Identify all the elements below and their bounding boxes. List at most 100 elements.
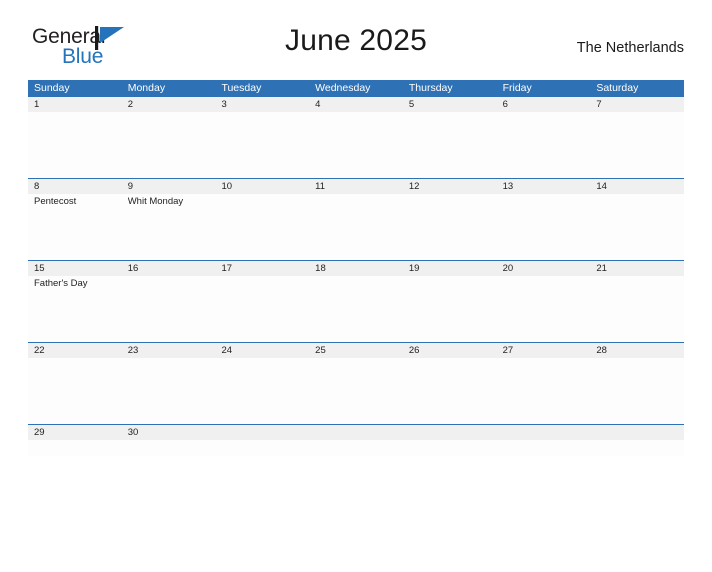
day-number-band: 15 16 17 18 19 20 21 [28, 261, 684, 276]
day-cell[interactable] [590, 276, 684, 342]
day-number [590, 425, 684, 440]
day-number[interactable]: 22 [28, 343, 122, 358]
day-number[interactable]: 24 [215, 343, 309, 358]
page-header: General Blue June 2025 The Netherlands [28, 22, 684, 74]
day-number[interactable]: 3 [215, 97, 309, 112]
day-cell[interactable] [122, 276, 216, 342]
day-cell[interactable] [403, 358, 497, 424]
day-cell[interactable] [497, 276, 591, 342]
weekday-header-monday: Monday [127, 82, 166, 94]
day-cell[interactable] [122, 440, 216, 456]
region-label: The Netherlands [576, 40, 684, 56]
weekday-header-wednesday: Wednesday [315, 82, 371, 94]
day-number-band: 29 30 [28, 425, 684, 440]
day-cell[interactable] [403, 276, 497, 342]
day-number[interactable]: 8 [28, 179, 122, 194]
calendar-page: General Blue June 2025 The Netherlands S… [0, 22, 712, 572]
day-number[interactable]: 20 [497, 261, 591, 276]
day-number[interactable]: 17 [215, 261, 309, 276]
day-event-band [28, 112, 684, 178]
day-number[interactable]: 28 [590, 343, 684, 358]
day-event-band: Pentecost Whit Monday [28, 194, 684, 260]
day-cell[interactable]: Father's Day [28, 276, 122, 342]
day-cell[interactable] [309, 112, 403, 178]
event-label: Whit Monday [127, 196, 184, 207]
day-cell[interactable] [497, 194, 591, 260]
day-cell [309, 440, 403, 456]
calendar-week-row: 29 30 [28, 424, 684, 456]
day-number[interactable]: 15 [28, 261, 122, 276]
day-cell[interactable] [497, 112, 591, 178]
day-number[interactable]: 26 [403, 343, 497, 358]
day-number[interactable]: 27 [497, 343, 591, 358]
day-number[interactable]: 1 [28, 97, 122, 112]
day-cell [497, 440, 591, 456]
day-number[interactable]: 16 [122, 261, 216, 276]
day-cell[interactable] [28, 440, 122, 456]
day-cell[interactable] [28, 358, 122, 424]
day-cell[interactable]: Pentecost [28, 194, 122, 260]
day-event-band [28, 440, 684, 456]
weekday-header-tuesday: Tuesday [221, 82, 262, 94]
weekday-header-sunday: Sunday [34, 82, 70, 94]
day-cell[interactable] [122, 358, 216, 424]
day-cell[interactable] [215, 194, 309, 260]
day-number-band: 1 2 3 4 5 6 7 [28, 97, 684, 112]
calendar-week-row: 22 23 24 25 26 27 28 [28, 342, 684, 424]
day-event-band [28, 358, 684, 424]
day-number[interactable]: 5 [403, 97, 497, 112]
day-number [403, 425, 497, 440]
calendar-week-row: 8 9 10 11 12 13 14 Pentecost Whit Monday [28, 178, 684, 260]
day-cell[interactable] [215, 276, 309, 342]
day-event-band: Father's Day [28, 276, 684, 342]
day-number [215, 425, 309, 440]
day-number[interactable]: 23 [122, 343, 216, 358]
calendar-grid: Sunday Monday Tuesday Wednesday Thursday… [28, 80, 684, 456]
day-cell[interactable]: Whit Monday [122, 194, 216, 260]
day-number [497, 425, 591, 440]
day-number[interactable]: 6 [497, 97, 591, 112]
day-cell[interactable] [403, 194, 497, 260]
day-number[interactable]: 25 [309, 343, 403, 358]
day-cell[interactable] [309, 358, 403, 424]
day-cell[interactable] [215, 112, 309, 178]
day-number [309, 425, 403, 440]
day-number[interactable]: 7 [590, 97, 684, 112]
day-number[interactable]: 11 [309, 179, 403, 194]
day-number[interactable]: 10 [215, 179, 309, 194]
weekday-header-saturday: Saturday [596, 82, 639, 94]
day-number[interactable]: 4 [309, 97, 403, 112]
day-number[interactable]: 30 [122, 425, 216, 440]
day-number[interactable]: 12 [403, 179, 497, 194]
day-number-band: 8 9 10 11 12 13 14 [28, 179, 684, 194]
day-cell [590, 440, 684, 456]
day-cell[interactable] [28, 112, 122, 178]
day-cell[interactable] [215, 358, 309, 424]
day-cell[interactable] [403, 112, 497, 178]
calendar-week-row: 15 16 17 18 19 20 21 Father's Day [28, 260, 684, 342]
day-cell [215, 440, 309, 456]
calendar-week-row: 1 2 3 4 5 6 7 [28, 97, 684, 178]
day-number[interactable]: 13 [497, 179, 591, 194]
day-cell[interactable] [590, 112, 684, 178]
weekday-header-row: Sunday Monday Tuesday Wednesday Thursday… [28, 80, 684, 97]
day-number[interactable]: 29 [28, 425, 122, 440]
event-label: Father's Day [34, 278, 88, 289]
day-number[interactable]: 14 [590, 179, 684, 194]
day-number[interactable]: 9 [122, 179, 216, 194]
day-cell[interactable] [590, 358, 684, 424]
event-label: Pentecost [34, 196, 77, 207]
day-number-band: 22 23 24 25 26 27 28 [28, 343, 684, 358]
weekday-header-friday: Friday [502, 82, 532, 94]
day-cell[interactable] [309, 194, 403, 260]
day-cell [403, 440, 497, 456]
day-cell[interactable] [309, 276, 403, 342]
day-cell[interactable] [497, 358, 591, 424]
day-number[interactable]: 19 [403, 261, 497, 276]
day-number[interactable]: 2 [122, 97, 216, 112]
weekday-header-thursday: Thursday [408, 82, 453, 94]
day-number[interactable]: 18 [309, 261, 403, 276]
day-cell[interactable] [122, 112, 216, 178]
day-cell[interactable] [590, 194, 684, 260]
day-number[interactable]: 21 [590, 261, 684, 276]
